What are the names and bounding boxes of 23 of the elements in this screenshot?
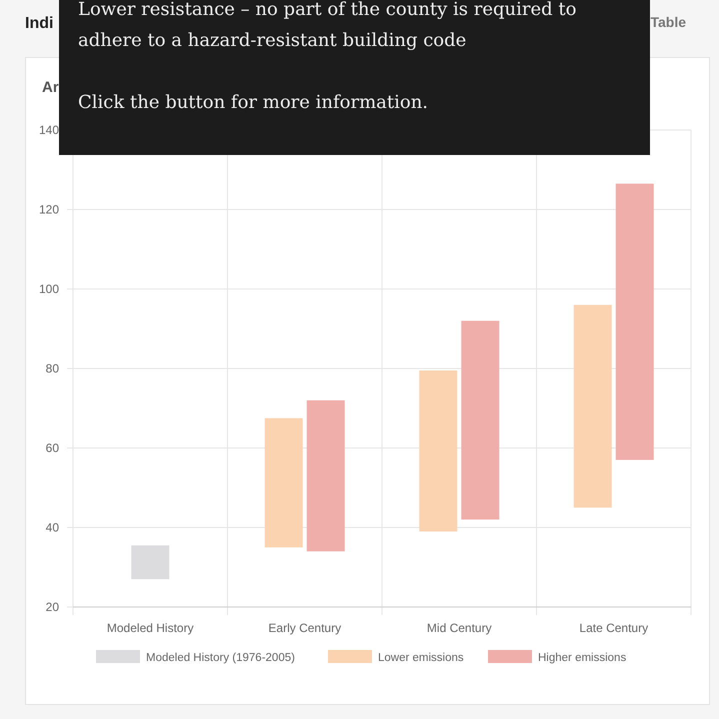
x-axis-label: Late Century: [579, 621, 648, 635]
y-tick-label: 40: [46, 520, 59, 534]
y-tick-label: 140: [38, 123, 59, 137]
range-bar: [131, 545, 170, 580]
x-axis-label: Mid Century: [426, 621, 492, 635]
y-tick-label: 80: [46, 362, 59, 376]
tooltip-text: Click the button for more information.: [78, 91, 430, 115]
tooltip-text: Lower resistance – no part of the county is required to adhere to a hazard-resistant building code: [78, 0, 578, 53]
y-tick-label: 20: [46, 600, 59, 614]
y-tick-label: 100: [38, 282, 59, 296]
legend-label: Modeled History (1976-2005): [146, 652, 295, 664]
x-axis-label: Modeled History: [106, 621, 194, 635]
table-tab[interactable]: Table: [650, 12, 686, 33]
legend-label: Higher emissions: [538, 652, 626, 664]
y-tick-label: 120: [38, 202, 59, 216]
legend-swatch: [488, 650, 532, 663]
legend-swatch: [328, 650, 372, 663]
y-tick-label: 60: [46, 441, 59, 455]
x-axis-label: Early Century: [268, 621, 342, 635]
section-title: Indi: [25, 14, 54, 34]
legend-label: Lower emissions: [378, 652, 464, 664]
chart-title: Ar: [42, 79, 59, 96]
legend-swatch: [96, 650, 140, 663]
